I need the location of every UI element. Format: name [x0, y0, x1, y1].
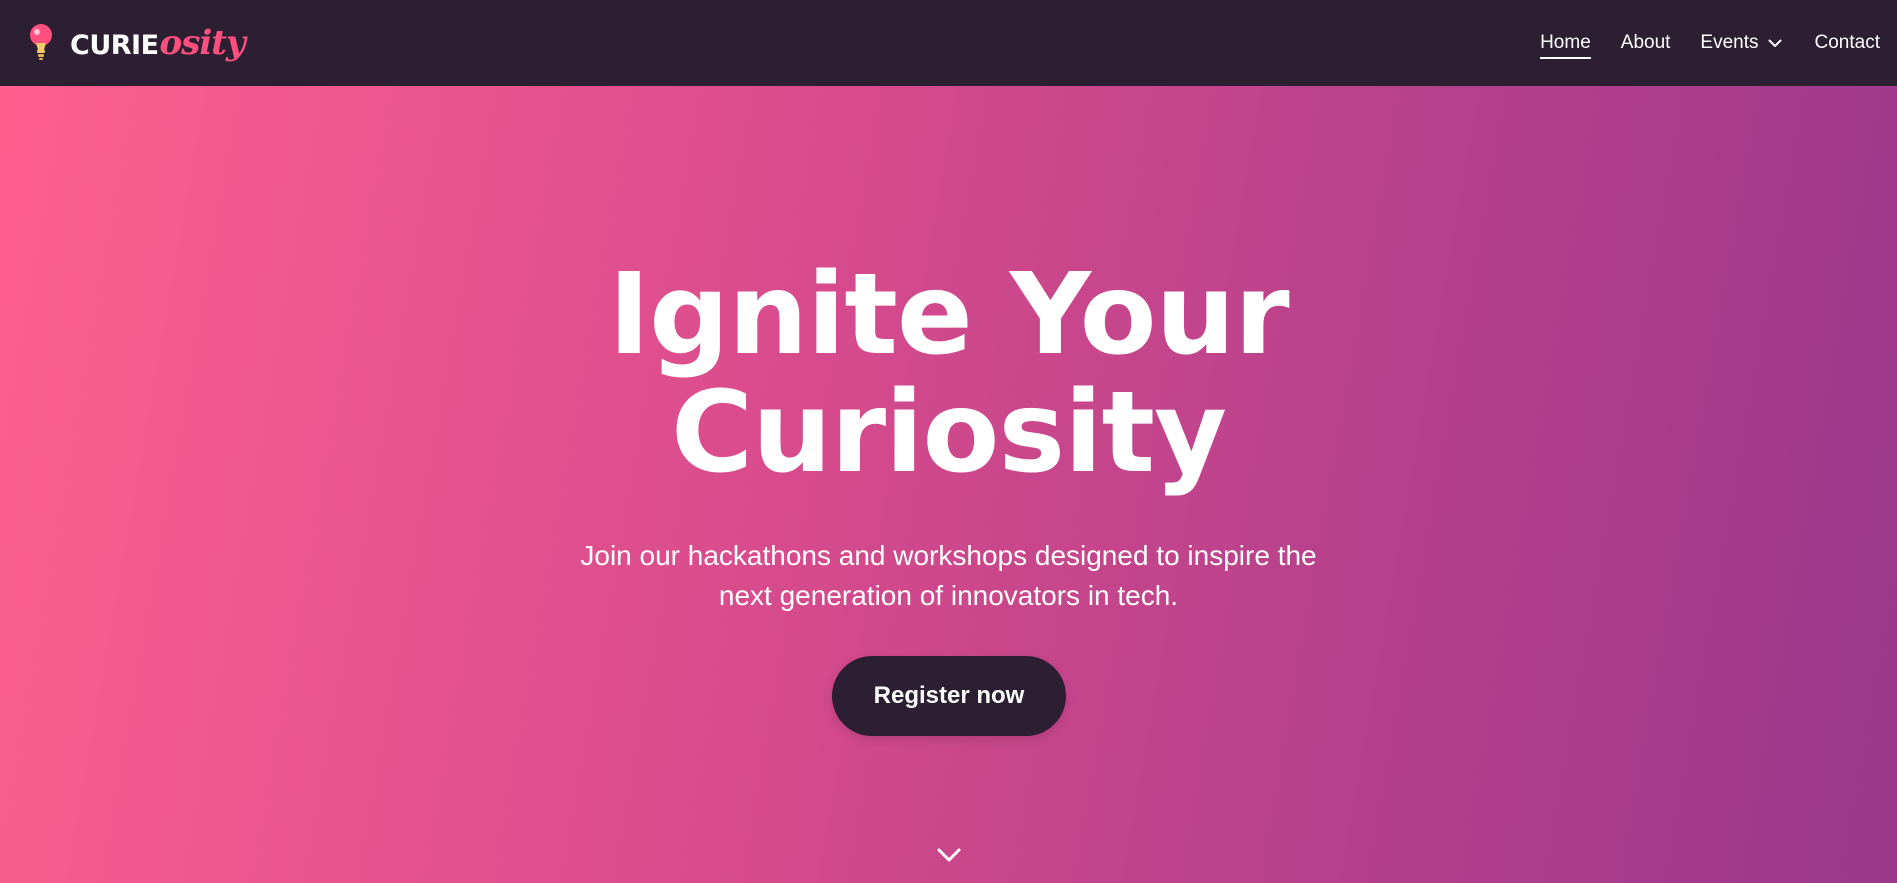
nav-link-about[interactable]: About	[1621, 26, 1671, 60]
hero-title-line-1: Ignite Your	[608, 250, 1289, 380]
hero-section: Ignite Your Curiosity Join our hackathon…	[0, 86, 1897, 883]
nav-link-home[interactable]: Home	[1540, 26, 1591, 60]
nav-link-events-label: Events	[1700, 32, 1759, 53]
hero-subtitle-line-2: next generation of innovators in tech.	[718, 580, 1179, 611]
brand-name-script: osity	[159, 23, 246, 63]
brand-logo[interactable]: CURIE osity	[28, 23, 246, 63]
hero-subtitle: Join our hackathons and workshops design…	[0, 536, 1897, 616]
nav-link-contact-label: Contact	[1814, 32, 1880, 53]
brand-name-main: CURIE	[70, 30, 159, 61]
chevron-down-icon[interactable]	[936, 846, 962, 864]
main-nav: Home About Events Contact	[1540, 0, 1880, 86]
brand-wordmark: CURIE osity	[70, 23, 246, 63]
nav-link-about-label: About	[1620, 32, 1671, 53]
register-now-button[interactable]: Register now	[832, 656, 1066, 736]
hero-title: Ignite Your Curiosity	[0, 256, 1897, 492]
hero-subtitle-line-1: Join our hackathons and workshops design…	[580, 540, 1317, 571]
nav-link-events[interactable]: Events	[1700, 26, 1782, 60]
chevron-down-icon	[1768, 39, 1782, 47]
hero-title-line-2: Curiosity	[670, 368, 1227, 498]
nav-link-home-label: Home	[1540, 32, 1591, 53]
navbar: CURIE osity Home About Events Contact	[0, 0, 1897, 86]
lightbulb-icon	[30, 24, 52, 60]
nav-link-contact[interactable]: Contact	[1815, 26, 1880, 60]
